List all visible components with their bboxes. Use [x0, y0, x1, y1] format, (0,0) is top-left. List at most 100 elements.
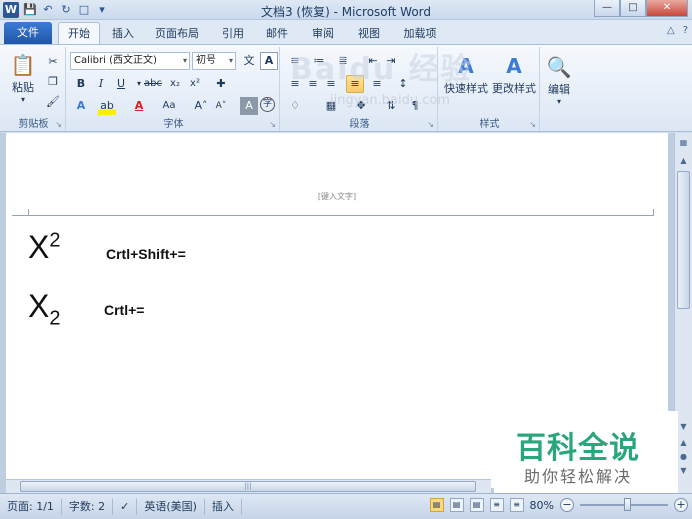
- clear-formatting-icon[interactable]: ✚: [212, 75, 230, 93]
- clipboard-launcher-icon[interactable]: ↘: [55, 120, 62, 129]
- proofing-icon[interactable]: ✓: [113, 498, 138, 515]
- draft-view-icon[interactable]: ≡: [509, 498, 524, 512]
- subscript-icon[interactable]: x₂: [166, 75, 184, 93]
- close-button[interactable]: ✕: [646, 0, 688, 17]
- format-painter-icon[interactable]: 🖌: [44, 93, 62, 111]
- font-color-icon[interactable]: A: [130, 97, 148, 115]
- italic-icon[interactable]: I: [92, 75, 110, 93]
- superscript-example[interactable]: X2: [28, 229, 60, 266]
- grow-font-icon[interactable]: A˄: [192, 97, 210, 115]
- change-case-icon[interactable]: Aa: [160, 97, 178, 115]
- binoculars-icon: 🔍: [546, 54, 572, 79]
- bold-icon[interactable]: B: [72, 75, 90, 93]
- character-shading-icon[interactable]: A: [240, 97, 258, 115]
- zoom-slider-knob[interactable]: [624, 498, 631, 511]
- previous-page-icon[interactable]: ▲: [677, 437, 690, 449]
- styles-launcher-icon[interactable]: ↘: [529, 120, 536, 129]
- subscript-example[interactable]: X2: [28, 288, 60, 330]
- tab-review[interactable]: 审阅: [304, 24, 342, 44]
- paragraph-launcher-icon[interactable]: ↘: [427, 120, 434, 129]
- horizontal-scrollbar[interactable]: |||: [6, 479, 491, 493]
- align-center-icon[interactable]: ≡: [304, 75, 322, 93]
- align-right-icon[interactable]: ≡: [322, 75, 340, 93]
- underline-icon[interactable]: U: [112, 75, 130, 93]
- group-editing: 🔍 编辑 ▾: [542, 47, 578, 131]
- quick-styles-button[interactable]: A 快速样式: [442, 49, 490, 99]
- strikethrough-icon[interactable]: abc: [144, 75, 162, 93]
- scroll-down-icon[interactable]: ▼: [677, 421, 690, 433]
- distributed-icon[interactable]: ≡: [368, 75, 386, 93]
- group-clipboard: 📋 粘贴 ▾ ✂ ❐ 🖌 剪贴板 ↘: [2, 47, 66, 131]
- header-placeholder[interactable]: [键入文字]: [6, 191, 668, 202]
- zoom-out-icon[interactable]: −: [560, 498, 574, 512]
- zoom-slider[interactable]: [580, 498, 668, 511]
- show-marks-icon[interactable]: ¶: [406, 97, 424, 115]
- highlight-icon[interactable]: ab: [98, 97, 116, 115]
- group-font: Calibri (西文正文) ▾ 初号 ▾ 文 A B I U ▾ abc x₂…: [68, 47, 280, 131]
- enclose-characters-icon[interactable]: 字: [260, 97, 275, 112]
- sort-icon[interactable]: ⇅: [382, 97, 400, 115]
- tab-mailings[interactable]: 邮件: [258, 24, 296, 44]
- change-styles-button[interactable]: A 更改样式: [490, 49, 538, 99]
- print-layout-icon[interactable]: ▤: [429, 498, 444, 512]
- tab-insert[interactable]: 插入: [104, 24, 142, 44]
- justify-icon[interactable]: ≡: [346, 75, 364, 93]
- browse-object-icon[interactable]: ●: [677, 451, 690, 463]
- subscript-shortcut[interactable]: Crtl+=: [104, 302, 144, 318]
- help-icon[interactable]: ?: [683, 25, 688, 36]
- superscript-icon[interactable]: x²: [186, 75, 204, 93]
- font-name-combo[interactable]: Calibri (西文正文) ▾: [70, 52, 190, 70]
- shading-icon[interactable]: ♢: [286, 97, 304, 115]
- decrease-indent-icon[interactable]: ⇤: [364, 52, 382, 70]
- increase-indent-icon[interactable]: ⇥: [382, 52, 400, 70]
- text-effects-icon[interactable]: A: [72, 97, 90, 115]
- numbering-icon[interactable]: ≔: [310, 52, 328, 70]
- window-title: 文档3 (恢复) - Microsoft Word: [260, 5, 432, 19]
- tab-addins[interactable]: 加载项: [396, 24, 444, 44]
- tab-view[interactable]: 视图: [350, 24, 388, 44]
- subscript-mark: 2: [49, 307, 61, 330]
- shrink-font-icon[interactable]: A˅: [212, 97, 230, 115]
- superscript-shortcut[interactable]: Crtl+Shift+=: [106, 246, 186, 262]
- borders-icon[interactable]: ▦: [322, 97, 340, 115]
- zoom-level[interactable]: 80%: [530, 499, 554, 512]
- tab-file[interactable]: 文件: [4, 22, 52, 44]
- insert-mode[interactable]: 插入: [205, 498, 242, 515]
- character-border-icon[interactable]: A: [260, 52, 278, 70]
- word-count[interactable]: 字数: 2: [62, 498, 114, 515]
- full-screen-reading-icon[interactable]: ▤: [449, 498, 464, 512]
- vertical-scroll-thumb[interactable]: [677, 171, 690, 309]
- watermark-title: 百科全说: [516, 431, 640, 466]
- tab-right-controls: △ ?: [667, 25, 688, 36]
- line-spacing-icon[interactable]: ↕: [394, 75, 412, 93]
- horizontal-scroll-thumb[interactable]: |||: [20, 481, 476, 492]
- paragraph-group-label: 段落: [349, 119, 370, 130]
- maximize-button[interactable]: □: [620, 0, 646, 17]
- language-indicator[interactable]: 英语(美国): [137, 498, 205, 515]
- chinese-layout-icon[interactable]: ✥: [352, 97, 370, 115]
- scroll-up-icon[interactable]: ▲: [677, 155, 690, 167]
- zoom-in-icon[interactable]: +: [674, 498, 688, 512]
- cut-icon[interactable]: ✂: [44, 53, 62, 71]
- minimize-ribbon-icon[interactable]: △: [667, 25, 675, 36]
- watermark-subtitle: 助你轻松解决: [524, 467, 633, 486]
- editing-button[interactable]: 🔍 编辑 ▾: [542, 49, 576, 109]
- font-size-combo[interactable]: 初号 ▾: [192, 52, 236, 70]
- align-left-icon[interactable]: ≡: [286, 75, 304, 93]
- paste-button[interactable]: 📋 粘贴 ▾: [6, 49, 40, 105]
- phonetic-guide-icon[interactable]: 文: [240, 52, 258, 70]
- next-page-icon[interactable]: ▼: [677, 465, 690, 477]
- web-layout-icon[interactable]: ▤: [469, 498, 484, 512]
- ruler-toggle-icon[interactable]: ▦: [677, 137, 690, 149]
- tab-page-layout[interactable]: 页面布局: [148, 24, 206, 44]
- tab-references[interactable]: 引用: [214, 24, 252, 44]
- font-group-label: 字体: [163, 119, 184, 130]
- bullets-icon[interactable]: ≡: [286, 52, 304, 70]
- tab-home[interactable]: 开始: [58, 22, 100, 45]
- copy-icon[interactable]: ❐: [44, 73, 62, 91]
- minimize-button[interactable]: —: [594, 0, 620, 17]
- multilevel-list-icon[interactable]: ≣: [334, 52, 352, 70]
- page-count[interactable]: 页面: 1/1: [0, 498, 62, 515]
- outline-view-icon[interactable]: ≡: [489, 498, 504, 512]
- font-launcher-icon[interactable]: ↘: [269, 120, 276, 129]
